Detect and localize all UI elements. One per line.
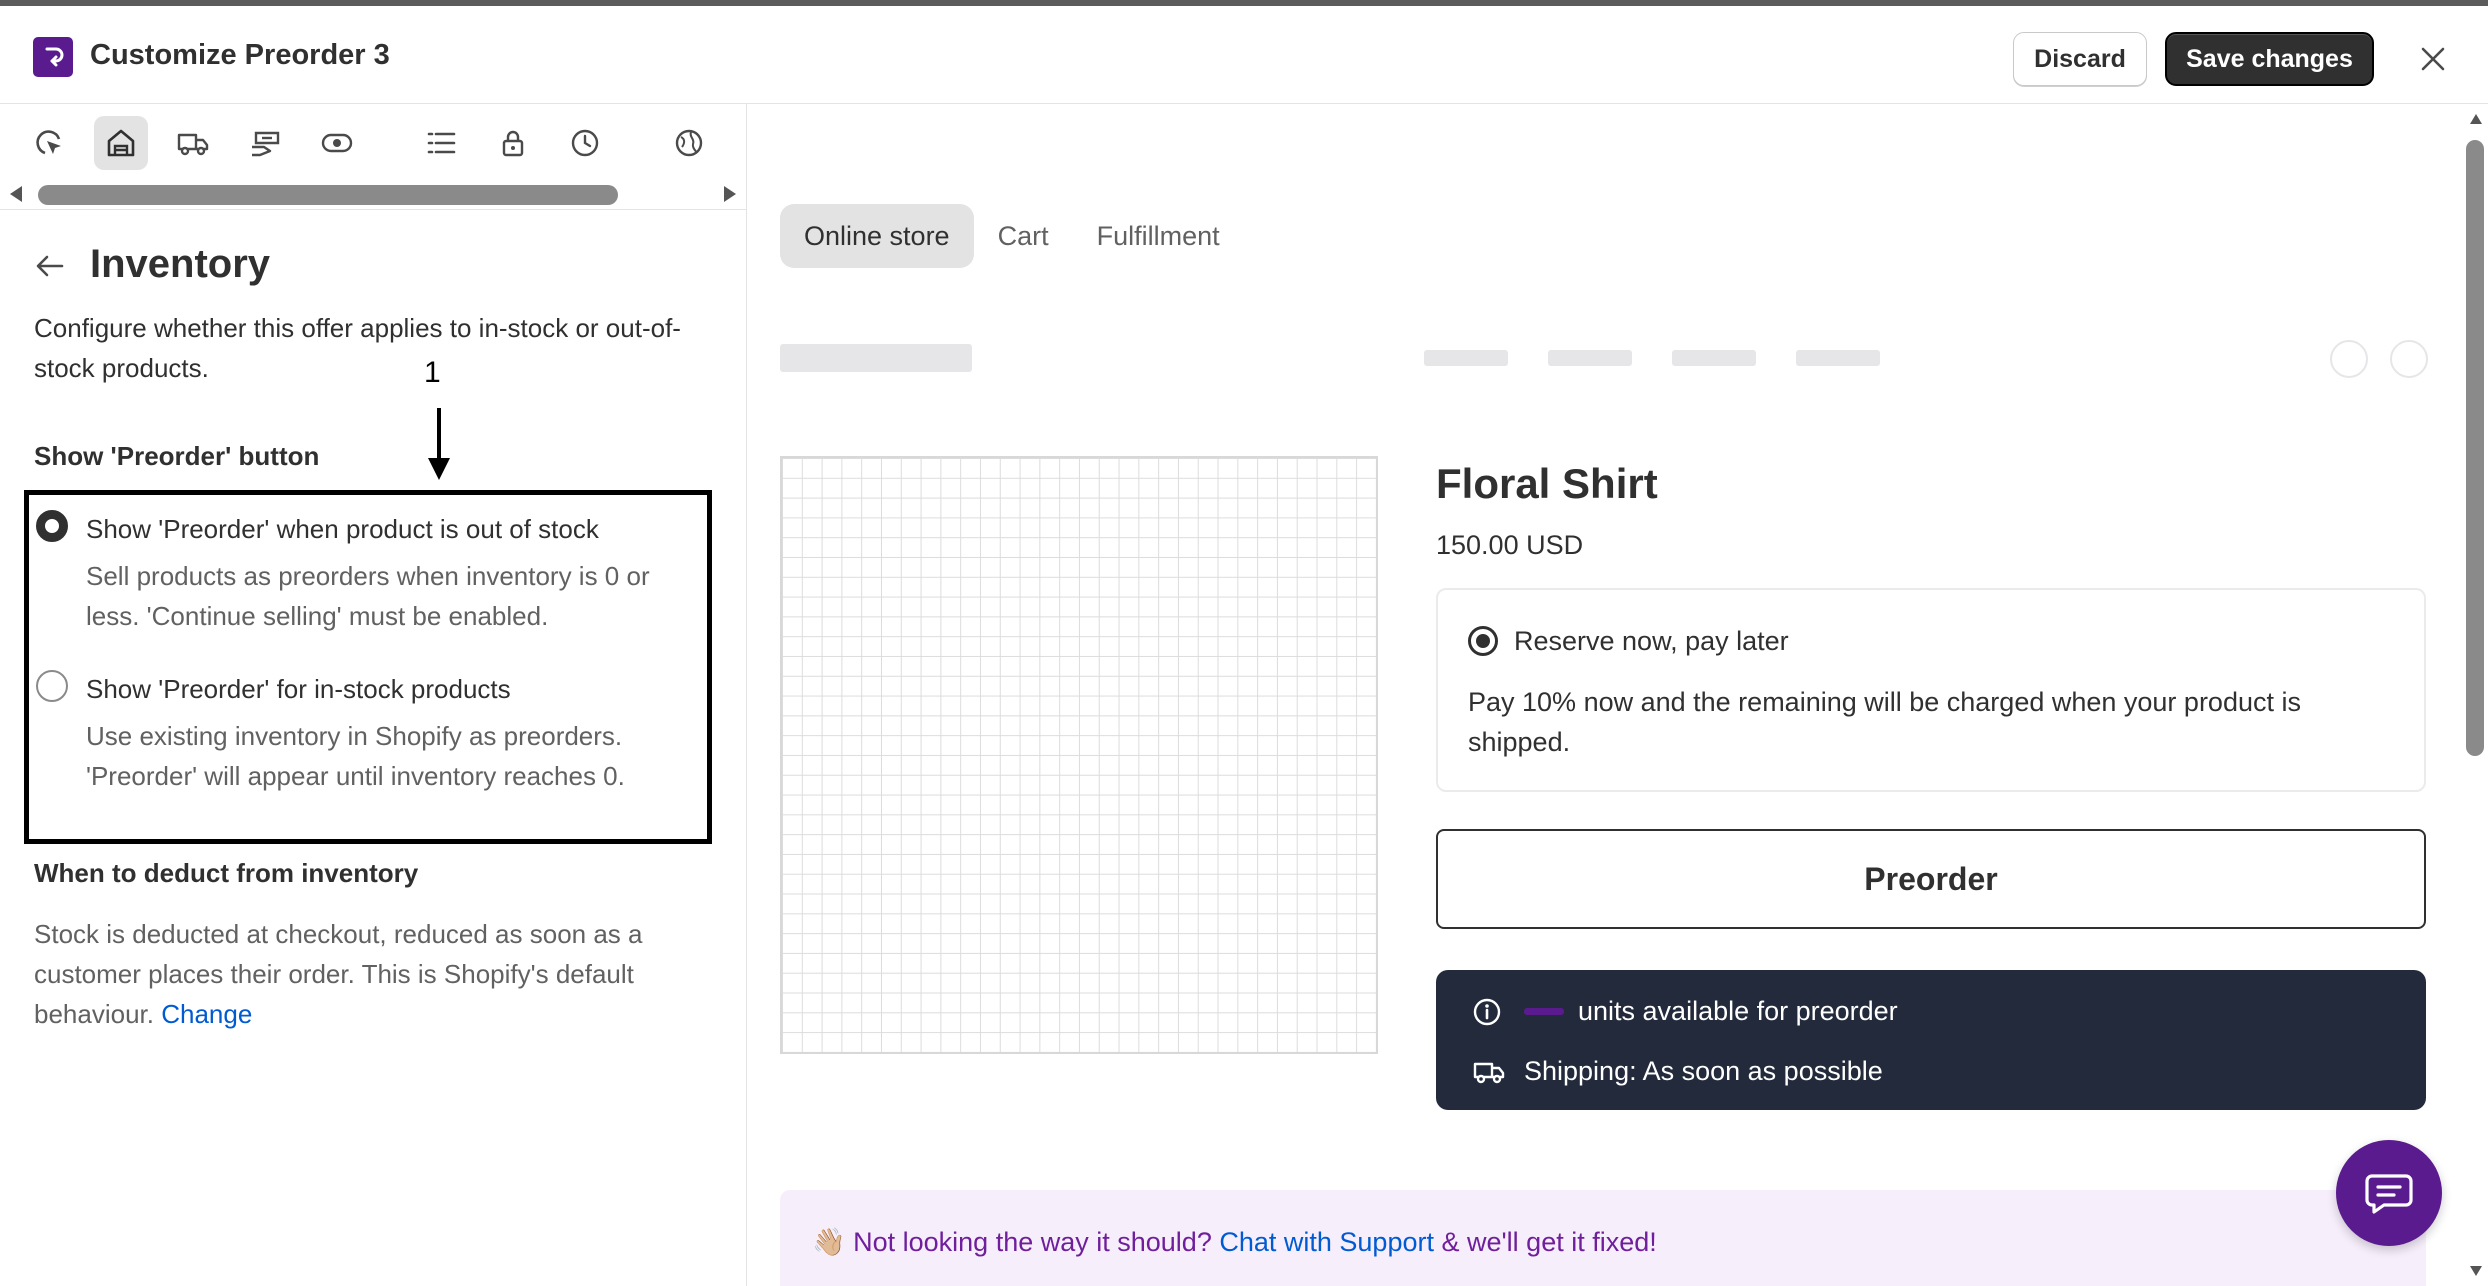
settings-tabs	[0, 104, 746, 210]
selling-plan-label: Reserve now, pay later	[1514, 626, 1789, 656]
units-count-placeholder	[1524, 1008, 1564, 1015]
skeleton-account-icon	[2330, 340, 2368, 378]
chat-bubble-icon	[2365, 1174, 2413, 1214]
cursor-click-icon[interactable]	[22, 116, 76, 170]
selling-plan-card[interactable]: Reserve now, pay later Pay 10% now and t…	[1436, 588, 2426, 792]
annotation-number: 1	[424, 356, 441, 389]
chat-with-support-link[interactable]: Chat with Support	[1219, 1227, 1434, 1257]
deduct-inventory-text: Stock is deducted at checkout, reduced a…	[34, 914, 714, 1034]
skeleton-nav-item	[1548, 350, 1632, 366]
hand-payment-icon[interactable]	[238, 116, 292, 170]
discard-button[interactable]: Discard	[2013, 32, 2147, 86]
app-logo-icon	[33, 37, 73, 77]
option-help-out-of-stock: Sell products as preorders when inventor…	[86, 561, 650, 631]
support-prefix: 👋🏼 Not looking the way it should?	[812, 1227, 1212, 1257]
product-title: Floral Shirt	[1436, 460, 1658, 507]
preview-panel: Online store Cart Fulfillment Floral Shi…	[748, 104, 2462, 1286]
scroll-right-arrow-icon[interactable]	[722, 184, 738, 209]
chat-support-button[interactable]	[2336, 1140, 2442, 1246]
delivery-truck-icon	[1472, 1057, 1506, 1087]
top-bar: Customize Preorder 3 Discard Save change…	[0, 0, 2488, 104]
globe-icon[interactable]	[662, 116, 716, 170]
save-changes-button[interactable]: Save changes	[2165, 32, 2374, 86]
store-icon[interactable]	[94, 116, 148, 170]
section-description: Configure whether this offer applies to …	[34, 313, 681, 383]
skeleton-cart-icon	[2390, 340, 2428, 378]
radio-out-of-stock[interactable]	[36, 510, 68, 542]
units-available-row: units available for preorder	[1472, 996, 1898, 1027]
toggle-eye-icon[interactable]	[310, 116, 364, 170]
close-icon[interactable]	[2413, 39, 2453, 79]
selling-plan-radio[interactable]	[1468, 626, 1498, 656]
back-arrow-icon[interactable]	[34, 252, 66, 285]
support-banner: 👋🏼 Not looking the way it should? Chat w…	[780, 1190, 2426, 1286]
product-image-placeholder	[780, 456, 1378, 1054]
section-title: Inventory	[90, 242, 271, 286]
vertical-scrollbar-thumb[interactable]	[2466, 140, 2484, 756]
app-title: Customize Preorder 3	[90, 39, 390, 71]
shipping-row: Shipping: As soon as possible	[1472, 1056, 1883, 1087]
list-icon[interactable]	[414, 116, 468, 170]
info-icon	[1472, 997, 1502, 1027]
delivery-truck-icon[interactable]	[166, 116, 220, 170]
preorder-info-box: units available for preorder Shipping: A…	[1436, 970, 2426, 1110]
skeleton-nav-item	[1424, 350, 1508, 366]
horizontal-scrollbar-thumb[interactable]	[38, 185, 618, 205]
scroll-down-arrow-icon[interactable]	[2468, 1264, 2484, 1283]
preview-tabs: Online store Cart Fulfillment	[780, 204, 1244, 268]
lock-icon[interactable]	[486, 116, 540, 170]
skeleton-nav-item	[1672, 350, 1756, 366]
option-label-in-stock[interactable]: Show 'Preorder' for in-stock products	[86, 674, 511, 705]
tab-cart[interactable]: Cart	[974, 204, 1073, 268]
deduct-inventory-label: When to deduct from inventory	[34, 858, 419, 888]
option-label-out-of-stock[interactable]: Show 'Preorder' when product is out of s…	[86, 514, 599, 545]
change-link[interactable]: Change	[161, 999, 252, 1029]
preorder-button-group-label: Show 'Preorder' button	[34, 441, 320, 471]
clock-icon[interactable]	[558, 116, 612, 170]
support-suffix: & we'll get it fixed!	[1441, 1227, 1657, 1257]
scroll-left-arrow-icon[interactable]	[8, 184, 24, 209]
settings-panel: Inventory Configure whether this offer a…	[0, 104, 747, 1286]
annotation-arrow-icon	[426, 406, 452, 487]
scroll-up-arrow-icon[interactable]	[2468, 112, 2484, 131]
shipping-text: Shipping: As soon as possible	[1524, 1056, 1883, 1086]
deduct-inventory-description: Stock is deducted at checkout, reduced a…	[34, 919, 643, 1029]
selling-plan-description: Pay 10% now and the remaining will be ch…	[1468, 687, 2301, 757]
units-available-text: units available for preorder	[1578, 996, 1898, 1026]
tab-online-store[interactable]: Online store	[780, 204, 974, 268]
option-help-in-stock: Use existing inventory in Shopify as pre…	[86, 721, 625, 791]
tab-fulfillment[interactable]: Fulfillment	[1073, 204, 1244, 268]
preorder-button[interactable]: Preorder	[1436, 829, 2426, 929]
support-text: 👋🏼 Not looking the way it should? Chat w…	[812, 1226, 1657, 1258]
product-price: 150.00 USD	[1436, 530, 1584, 560]
skeleton-logo	[780, 344, 972, 372]
skeleton-nav-item	[1796, 350, 1880, 366]
radio-in-stock[interactable]	[36, 670, 68, 702]
